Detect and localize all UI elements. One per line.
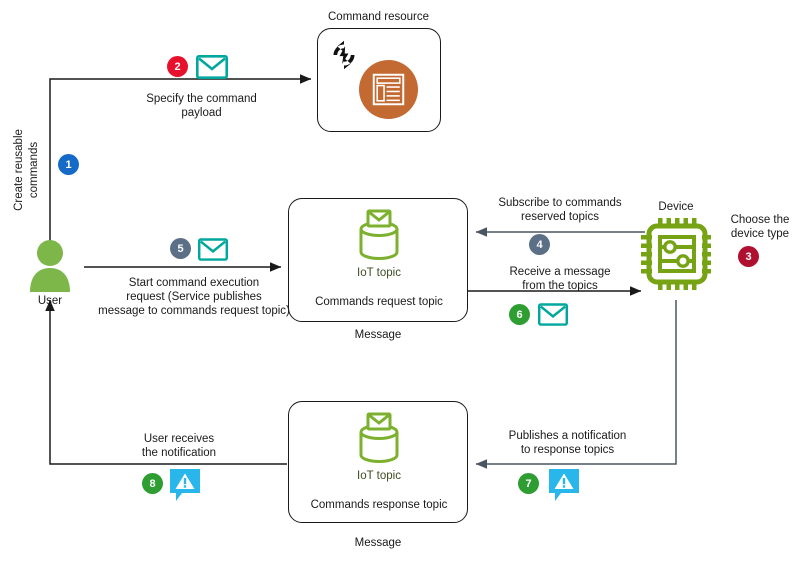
start-request-label-line3: message to commands request topic) <box>98 305 290 317</box>
step-badge-1[interactable]: 1 <box>58 154 79 175</box>
device-label: Device <box>658 201 694 213</box>
envelope-icon <box>197 238 228 266</box>
subscribe-label-line2: reserved topics <box>521 211 599 223</box>
command-resource-box[interactable] <box>317 28 441 132</box>
commands-request-topic-name: Commands request topic <box>315 296 443 308</box>
step-badge-2[interactable]: 2 <box>167 56 188 77</box>
step-badge-6[interactable]: 6 <box>509 304 530 325</box>
start-request-label-line2: request (Service publishes <box>126 291 262 303</box>
specify-payload-label-line1: Specify the command <box>146 93 257 105</box>
user-label: User <box>37 295 63 307</box>
iot-topic-icon <box>352 412 406 473</box>
commands-response-topic-box[interactable]: IoT topic Commands response topic <box>288 401 468 523</box>
commands-response-topic-name: Commands response topic <box>310 499 448 511</box>
envelope-icon <box>537 303 568 331</box>
diagram-canvas: Command resource 2 Specify the command p… <box>0 0 810 563</box>
user-person-icon[interactable] <box>26 240 74 297</box>
receive-message-label-line2: from the topics <box>522 280 598 292</box>
step-badge-7[interactable]: 7 <box>518 473 539 494</box>
subscribe-label-line1: Subscribe to commands <box>498 197 622 209</box>
start-request-label-line1: Start command execution <box>128 277 260 289</box>
publishes-notification-label-line2: to response topics <box>520 444 615 456</box>
step-badge-8[interactable]: 8 <box>142 473 163 494</box>
iot-topic-label: IoT topic <box>357 470 401 482</box>
publishes-notification-label-line1: Publishes a notification <box>508 430 627 442</box>
message-caption-top: Message <box>354 329 402 341</box>
command-resource-title: Command resource <box>328 11 429 23</box>
microchip-icon[interactable] <box>641 218 713 295</box>
choose-device-label-line2: device type <box>730 228 790 240</box>
specify-payload-label-line2: payload <box>181 107 222 119</box>
commands-request-topic-box[interactable]: IoT topic Commands request topic <box>288 198 468 322</box>
receive-message-label-line1: Receive a message <box>509 266 611 278</box>
notification-alert-icon <box>169 468 201 507</box>
user-receives-label-line1: User receives <box>143 433 215 445</box>
create-reusable-commands-label-line2: commands <box>28 141 40 199</box>
iot-topic-label: IoT topic <box>357 267 401 279</box>
document-layout-icon <box>359 60 418 124</box>
refresh-bolt-icon <box>326 37 362 78</box>
notification-alert-icon <box>548 468 580 507</box>
iot-topic-icon <box>352 209 406 270</box>
user-receives-label-line2: the notification <box>141 447 217 459</box>
message-caption-bottom: Message <box>354 537 402 549</box>
choose-device-label-line1: Choose the <box>730 214 790 226</box>
step-badge-5[interactable]: 5 <box>170 238 191 259</box>
create-reusable-commands-label-line1: Create reusable <box>13 129 25 211</box>
step-badge-3[interactable]: 3 <box>738 246 759 267</box>
step-badge-4[interactable]: 4 <box>529 234 550 255</box>
envelope-icon <box>195 54 228 84</box>
